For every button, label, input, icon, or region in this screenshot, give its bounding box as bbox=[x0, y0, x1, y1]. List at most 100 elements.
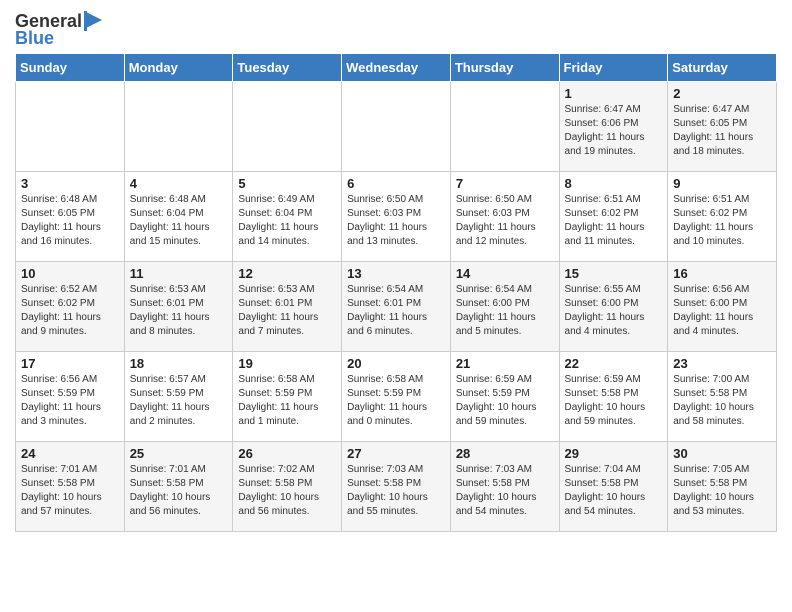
day-number: 24 bbox=[21, 446, 119, 461]
calendar-cell bbox=[450, 82, 559, 172]
page-header: General Blue bbox=[15, 10, 777, 49]
day-number: 11 bbox=[130, 266, 228, 281]
calendar-cell: 3 Sunrise: 6:48 AMSunset: 6:05 PMDaylight… bbox=[16, 172, 125, 262]
day-number: 10 bbox=[21, 266, 119, 281]
calendar-cell: 26Sunrise: 7:02 AMSunset: 5:58 PMDayligh… bbox=[233, 442, 342, 532]
day-info: Sunrise: 7:04 AMSunset: 5:58 PMDaylight:… bbox=[565, 463, 663, 519]
logo-area: General Blue bbox=[15, 10, 104, 49]
calendar-cell: 8 Sunrise: 6:51 AMSunset: 6:02 PMDaylight… bbox=[559, 172, 668, 262]
calendar-cell: 6Sunrise: 6:50 AMSunset: 6:03 PMDaylight… bbox=[342, 172, 451, 262]
day-number: 13 bbox=[347, 266, 445, 281]
calendar-week-row: 24 Sunrise: 7:01 AMSunset: 5:58 PMDayligh… bbox=[16, 442, 777, 532]
day-number: 29 bbox=[565, 446, 663, 461]
day-info: Sunrise: 6:50 AMSunset: 6:03 PMDaylight:… bbox=[456, 193, 554, 249]
day-number: 20 bbox=[347, 356, 445, 371]
calendar-cell: 28Sunrise: 7:03 AMSunset: 5:58 PMDayligh… bbox=[450, 442, 559, 532]
calendar-cell: 19 Sunrise: 6:58 AMSunset: 5:59 PMDayligh… bbox=[233, 352, 342, 442]
day-number: 2 bbox=[673, 86, 771, 101]
calendar-cell: 12Sunrise: 6:53 AMSunset: 6:01 PMDayligh… bbox=[233, 262, 342, 352]
calendar-cell: 18Sunrise: 6:57 AMSunset: 5:59 PMDayligh… bbox=[124, 352, 233, 442]
calendar-cell: 7 Sunrise: 6:50 AMSunset: 6:03 PMDaylight… bbox=[450, 172, 559, 262]
calendar-header: SundayMondayTuesdayWednesdayThursdayFrid… bbox=[16, 54, 777, 82]
day-number: 12 bbox=[238, 266, 336, 281]
calendar-week-row: 10 Sunrise: 6:52 AMSunset: 6:02 PMDayligh… bbox=[16, 262, 777, 352]
weekday-header: Saturday bbox=[668, 54, 777, 82]
calendar-cell: 14 Sunrise: 6:54 AMSunset: 6:00 PMDayligh… bbox=[450, 262, 559, 352]
logo-flag-icon bbox=[82, 10, 104, 32]
day-info: Sunrise: 6:53 AMSunset: 6:01 PMDaylight:… bbox=[130, 283, 228, 339]
weekday-header: Wednesday bbox=[342, 54, 451, 82]
day-number: 8 bbox=[565, 176, 663, 191]
day-number: 3 bbox=[21, 176, 119, 191]
day-info: Sunrise: 6:47 AMSunset: 6:05 PMDaylight:… bbox=[673, 103, 771, 159]
calendar-cell: 10 Sunrise: 6:52 AMSunset: 6:02 PMDayligh… bbox=[16, 262, 125, 352]
calendar-cell bbox=[16, 82, 125, 172]
calendar-cell: 2 Sunrise: 6:47 AMSunset: 6:05 PMDaylight… bbox=[668, 82, 777, 172]
weekday-header: Friday bbox=[559, 54, 668, 82]
calendar-cell: 24 Sunrise: 7:01 AMSunset: 5:58 PMDayligh… bbox=[16, 442, 125, 532]
calendar-cell: 25 Sunrise: 7:01 AMSunset: 5:58 PMDayligh… bbox=[124, 442, 233, 532]
day-number: 26 bbox=[238, 446, 336, 461]
calendar-cell: 9 Sunrise: 6:51 AMSunset: 6:02 PMDaylight… bbox=[668, 172, 777, 262]
day-info: Sunrise: 6:51 AMSunset: 6:02 PMDaylight:… bbox=[673, 193, 771, 249]
day-number: 9 bbox=[673, 176, 771, 191]
day-info: Sunrise: 6:59 AMSunset: 5:58 PMDaylight:… bbox=[565, 373, 663, 429]
calendar-page: General Blue SundayMondayTuesdayWednesda… bbox=[0, 0, 792, 542]
calendar-table: SundayMondayTuesdayWednesdayThursdayFrid… bbox=[15, 53, 777, 532]
day-info: Sunrise: 6:49 AMSunset: 6:04 PMDaylight:… bbox=[238, 193, 336, 249]
day-number: 7 bbox=[456, 176, 554, 191]
calendar-cell: 20 Sunrise: 6:58 AMSunset: 5:59 PMDayligh… bbox=[342, 352, 451, 442]
day-number: 4 bbox=[130, 176, 228, 191]
day-number: 28 bbox=[456, 446, 554, 461]
day-number: 21 bbox=[456, 356, 554, 371]
calendar-cell: 21Sunrise: 6:59 AMSunset: 5:59 PMDayligh… bbox=[450, 352, 559, 442]
day-info: Sunrise: 6:51 AMSunset: 6:02 PMDaylight:… bbox=[565, 193, 663, 249]
calendar-cell: 17Sunrise: 6:56 AMSunset: 5:59 PMDayligh… bbox=[16, 352, 125, 442]
calendar-cell bbox=[233, 82, 342, 172]
calendar-week-row: 3 Sunrise: 6:48 AMSunset: 6:05 PMDaylight… bbox=[16, 172, 777, 262]
day-info: Sunrise: 6:56 AMSunset: 6:00 PMDaylight:… bbox=[673, 283, 771, 339]
day-number: 27 bbox=[347, 446, 445, 461]
calendar-cell bbox=[124, 82, 233, 172]
calendar-cell bbox=[342, 82, 451, 172]
day-number: 22 bbox=[565, 356, 663, 371]
calendar-cell: 1Sunrise: 6:47 AMSunset: 6:06 PMDaylight… bbox=[559, 82, 668, 172]
day-info: Sunrise: 6:52 AMSunset: 6:02 PMDaylight:… bbox=[21, 283, 119, 339]
day-info: Sunrise: 6:48 AMSunset: 6:04 PMDaylight:… bbox=[130, 193, 228, 249]
weekday-header: Thursday bbox=[450, 54, 559, 82]
day-number: 23 bbox=[673, 356, 771, 371]
calendar-cell: 29 Sunrise: 7:04 AMSunset: 5:58 PMDayligh… bbox=[559, 442, 668, 532]
day-number: 5 bbox=[238, 176, 336, 191]
calendar-cell: 4 Sunrise: 6:48 AMSunset: 6:04 PMDaylight… bbox=[124, 172, 233, 262]
day-number: 14 bbox=[456, 266, 554, 281]
calendar-cell: 22 Sunrise: 6:59 AMSunset: 5:58 PMDayligh… bbox=[559, 352, 668, 442]
day-info: Sunrise: 6:58 AMSunset: 5:59 PMDaylight:… bbox=[238, 373, 336, 429]
day-info: Sunrise: 7:01 AMSunset: 5:58 PMDaylight:… bbox=[21, 463, 119, 519]
calendar-cell: 23Sunrise: 7:00 AMSunset: 5:58 PMDayligh… bbox=[668, 352, 777, 442]
calendar-cell: 11 Sunrise: 6:53 AMSunset: 6:01 PMDayligh… bbox=[124, 262, 233, 352]
calendar-cell: 16 Sunrise: 6:56 AMSunset: 6:00 PMDayligh… bbox=[668, 262, 777, 352]
day-info: Sunrise: 6:55 AMSunset: 6:00 PMDaylight:… bbox=[565, 283, 663, 339]
day-info: Sunrise: 7:01 AMSunset: 5:58 PMDaylight:… bbox=[130, 463, 228, 519]
calendar-week-row: 17Sunrise: 6:56 AMSunset: 5:59 PMDayligh… bbox=[16, 352, 777, 442]
day-info: Sunrise: 6:57 AMSunset: 5:59 PMDaylight:… bbox=[130, 373, 228, 429]
day-number: 25 bbox=[130, 446, 228, 461]
calendar-week-row: 1Sunrise: 6:47 AMSunset: 6:06 PMDaylight… bbox=[16, 82, 777, 172]
day-number: 19 bbox=[238, 356, 336, 371]
day-info: Sunrise: 6:58 AMSunset: 5:59 PMDaylight:… bbox=[347, 373, 445, 429]
day-info: Sunrise: 6:54 AMSunset: 6:00 PMDaylight:… bbox=[456, 283, 554, 339]
day-number: 30 bbox=[673, 446, 771, 461]
calendar-cell: 15 Sunrise: 6:55 AMSunset: 6:00 PMDayligh… bbox=[559, 262, 668, 352]
day-number: 16 bbox=[673, 266, 771, 281]
calendar-body: 1Sunrise: 6:47 AMSunset: 6:06 PMDaylight… bbox=[16, 82, 777, 532]
day-number: 15 bbox=[565, 266, 663, 281]
day-info: Sunrise: 7:03 AMSunset: 5:58 PMDaylight:… bbox=[347, 463, 445, 519]
logo-blue-text: Blue bbox=[15, 28, 54, 49]
weekday-header: Monday bbox=[124, 54, 233, 82]
calendar-cell: 13Sunrise: 6:54 AMSunset: 6:01 PMDayligh… bbox=[342, 262, 451, 352]
day-info: Sunrise: 6:47 AMSunset: 6:06 PMDaylight:… bbox=[565, 103, 663, 159]
calendar-cell: 30 Sunrise: 7:05 AMSunset: 5:58 PMDayligh… bbox=[668, 442, 777, 532]
day-info: Sunrise: 6:48 AMSunset: 6:05 PMDaylight:… bbox=[21, 193, 119, 249]
day-info: Sunrise: 7:05 AMSunset: 5:58 PMDaylight:… bbox=[673, 463, 771, 519]
day-number: 6 bbox=[347, 176, 445, 191]
